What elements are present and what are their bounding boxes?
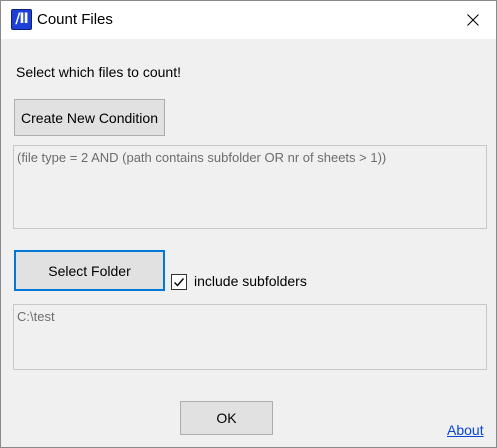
close-button[interactable] — [450, 1, 496, 39]
create-new-condition-button[interactable]: Create New Condition — [14, 99, 165, 136]
prompt-label: Select which files to count! — [16, 64, 181, 80]
folder-path-textbox[interactable]: C:\test — [13, 304, 487, 370]
count-files-window: /II Count Files Select which files to co… — [0, 0, 497, 448]
app-icon: /II — [11, 9, 32, 30]
about-link[interactable]: About — [447, 422, 484, 438]
condition-textbox[interactable]: (file type = 2 AND (path contains subfol… — [13, 145, 487, 229]
dialog-client-area: Select which files to count! Create New … — [1, 39, 496, 447]
select-folder-button[interactable]: Select Folder — [14, 250, 165, 291]
close-icon — [467, 14, 479, 26]
include-subfolders-checkbox[interactable] — [171, 274, 187, 290]
window-title: Count Files — [37, 11, 113, 28]
include-subfolders-label[interactable]: include subfolders — [194, 273, 307, 289]
checkmark-icon — [174, 278, 185, 287]
ok-button[interactable]: OK — [180, 401, 273, 435]
title-bar[interactable]: /II Count Files — [1, 1, 496, 39]
